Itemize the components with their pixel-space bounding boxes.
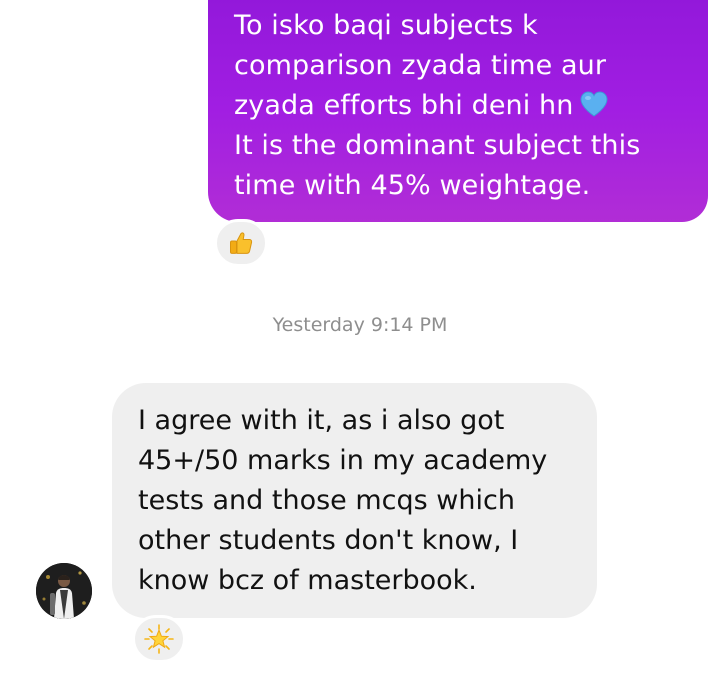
glowing-star-reaction[interactable] (132, 615, 186, 663)
message-line: other students don't know, I (138, 525, 519, 556)
outgoing-message-bubble[interactable]: To isko baqi subjects k comparison zyada… (208, 0, 708, 222)
chat-thread: To isko baqi subjects k comparison zyada… (0, 0, 720, 693)
incoming-message-bubble[interactable]: I agree with it, as i also got 45+/50 ma… (112, 383, 597, 618)
message-line: It is the dominant subject this (234, 130, 641, 161)
message-line: comparison zyada time aur (234, 50, 607, 81)
avatar-photo (36, 563, 92, 619)
message-line: 45+/50 marks in my academy (138, 445, 548, 476)
message-line: To isko baqi subjects k (234, 10, 538, 41)
message-line: I agree with it, as i also got (138, 405, 505, 436)
message-timestamp: Yesterday 9:14 PM (272, 314, 448, 336)
message-line: zyada efforts bhi deni hn (234, 90, 574, 121)
message-line: tests and those mcqs which (138, 485, 515, 516)
thumbs-up-reaction[interactable] (214, 219, 268, 267)
message-line-with-emoji: zyada efforts bhi deni hn (234, 86, 688, 126)
message-line: know bcz of masterbook. (138, 565, 477, 596)
glowing-star-icon (144, 624, 174, 654)
blue-heart-icon (579, 90, 609, 118)
thumbs-up-icon (230, 232, 253, 254)
contact-avatar[interactable] (36, 563, 92, 619)
message-line: time with 45% weightage. (234, 170, 591, 201)
